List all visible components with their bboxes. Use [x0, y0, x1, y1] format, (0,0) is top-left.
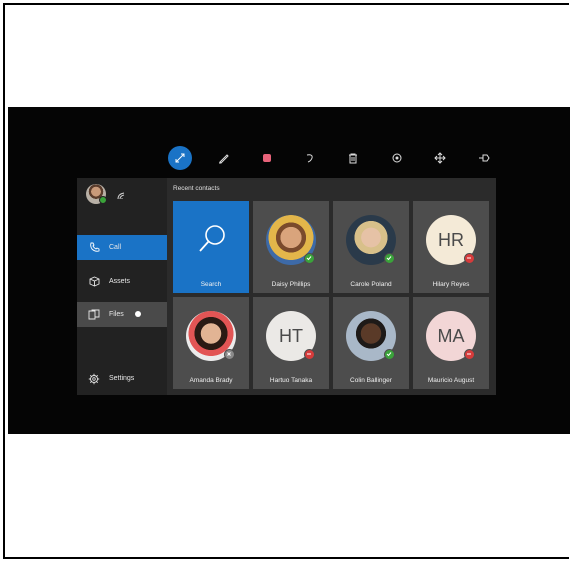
sidebar-item-assets[interactable]: Assets: [77, 269, 167, 294]
undo-icon[interactable]: [297, 145, 323, 171]
contact-name: Carole Poland: [350, 281, 392, 288]
trash-icon[interactable]: [340, 145, 366, 171]
contact-tile[interactable]: Daisy Phillips: [253, 201, 329, 293]
sidebar-item-label: Files: [109, 311, 124, 318]
presence-busy-icon: [464, 349, 475, 360]
presence-online-icon: [99, 196, 107, 204]
presence-offline-icon: [224, 349, 235, 360]
contact-name: Daisy Phillips: [271, 281, 311, 288]
indicator-dot: [135, 311, 141, 317]
presence-online-icon: [384, 349, 395, 360]
presence-online-icon: [304, 253, 315, 264]
presence-online-icon: [384, 253, 395, 264]
sidebar-item-label: Call: [109, 244, 122, 251]
sidebar: Call Assets Files Settings: [77, 178, 167, 395]
pin-icon[interactable]: [471, 145, 497, 171]
contact-name: Amanda Brady: [189, 377, 233, 384]
contact-name: Hartuo Tanaka: [269, 377, 313, 384]
contact-tile[interactable]: Amanda Brady: [173, 297, 249, 389]
contact-tile[interactable]: HR Hilary Reyes: [413, 201, 489, 293]
presence-busy-icon: [464, 253, 475, 264]
sidebar-item-settings[interactable]: Settings: [77, 366, 167, 391]
settings-icon[interactable]: [384, 145, 410, 171]
files-icon: [87, 309, 101, 320]
search-tile[interactable]: Search: [173, 201, 249, 293]
call-panel: Call Assets Files Settings Recent contac…: [77, 178, 496, 395]
contact-name: Colin Ballinger: [350, 377, 392, 384]
sidebar-item-call[interactable]: Call: [77, 235, 167, 260]
contact-name: Hilary Reyes: [432, 281, 470, 288]
tile-label: Search: [200, 281, 222, 288]
pen-icon[interactable]: [211, 145, 237, 171]
wifi-call-icon[interactable]: [116, 188, 126, 206]
sidebar-item-label: Settings: [109, 375, 135, 382]
pointer-icon[interactable]: [168, 146, 192, 170]
contact-tile[interactable]: Carole Poland: [333, 201, 409, 293]
cube-icon: [87, 276, 101, 287]
sidebar-item-label: Assets: [109, 278, 131, 285]
contact-tile[interactable]: MA Mauricio August: [413, 297, 489, 389]
contact-tile[interactable]: Colin Ballinger: [333, 297, 409, 389]
search-icon: [197, 223, 227, 262]
phone-icon: [87, 242, 101, 253]
contact-name: Mauricio August: [427, 377, 475, 384]
toolbar: [158, 145, 498, 173]
sidebar-item-files[interactable]: Files: [77, 302, 167, 327]
contact-tile[interactable]: HT Hartuo Tanaka: [253, 297, 329, 389]
move-icon[interactable]: [427, 145, 453, 171]
presence-busy-icon: [304, 349, 315, 360]
section-title: Recent contacts: [173, 185, 220, 192]
color-swatch-icon[interactable]: [254, 145, 280, 171]
gear-icon: [87, 373, 101, 385]
